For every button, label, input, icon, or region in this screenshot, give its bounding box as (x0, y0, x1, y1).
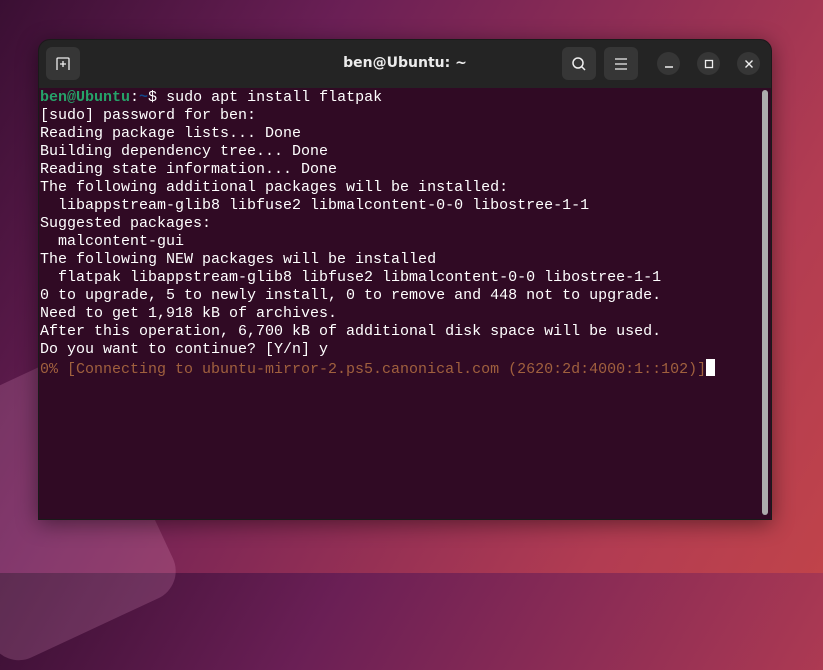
maximize-icon (704, 59, 713, 68)
minimize-icon (664, 65, 673, 68)
scrollbar[interactable] (762, 90, 768, 515)
output-line: [sudo] password for ben: (40, 107, 257, 124)
prompt-path: ~ (139, 89, 149, 106)
command: sudo apt install flatpak (166, 89, 383, 106)
output-line: Building dependency tree... Done (40, 143, 329, 160)
output-line: Do you want to continue? [Y/n] y (40, 341, 329, 358)
hamburger-menu-icon (615, 57, 627, 70)
prompt-line: ben@Ubuntu:~$ sudo apt install flatpak (40, 89, 759, 107)
output-line: Suggested packages: (40, 215, 212, 232)
search-icon (572, 56, 586, 71)
output-line: The following NEW packages will be insta… (40, 251, 437, 268)
output-line: Reading package lists... Done (40, 125, 302, 142)
header-bar: ben@Ubuntu: ~ (39, 40, 771, 88)
output-line: 0 to upgrade, 5 to newly install, 0 to r… (40, 287, 662, 304)
progress-line: 0% [Connecting to ubuntu-mirror-2.ps5.ca… (40, 359, 759, 378)
prompt-separator: : (130, 89, 140, 106)
output-line: After this operation, 6,700 kB of additi… (40, 323, 662, 340)
prompt-symbol: $ (148, 89, 167, 106)
terminal-window: ben@Ubuntu: ~ ben@Ubuntu:~$ sudo apt ins… (38, 39, 772, 520)
close-button[interactable] (737, 52, 760, 75)
output-line: malcontent-gui (40, 233, 185, 250)
output-line: The following additional packages will b… (40, 179, 509, 196)
terminal-output[interactable]: ben@Ubuntu:~$ sudo apt install flatpak [… (40, 88, 759, 519)
output-line: flatpak libappstream-glib8 libfuse2 libm… (40, 269, 662, 286)
output-line: Need to get 1,918 kB of archives. (40, 305, 338, 322)
text-cursor (706, 359, 716, 376)
menu-button[interactable] (604, 47, 638, 80)
minimize-button[interactable] (657, 52, 680, 75)
output-line: Reading state information... Done (40, 161, 338, 178)
close-icon (744, 59, 753, 68)
maximize-button[interactable] (697, 52, 720, 75)
output-line: libappstream-glib8 libfuse2 libmalconten… (40, 197, 590, 214)
search-button[interactable] (562, 47, 596, 80)
progress-text: 0% [Connecting to ubuntu-mirror-2.ps5.ca… (40, 361, 707, 378)
prompt-user: ben@Ubuntu (40, 89, 131, 106)
